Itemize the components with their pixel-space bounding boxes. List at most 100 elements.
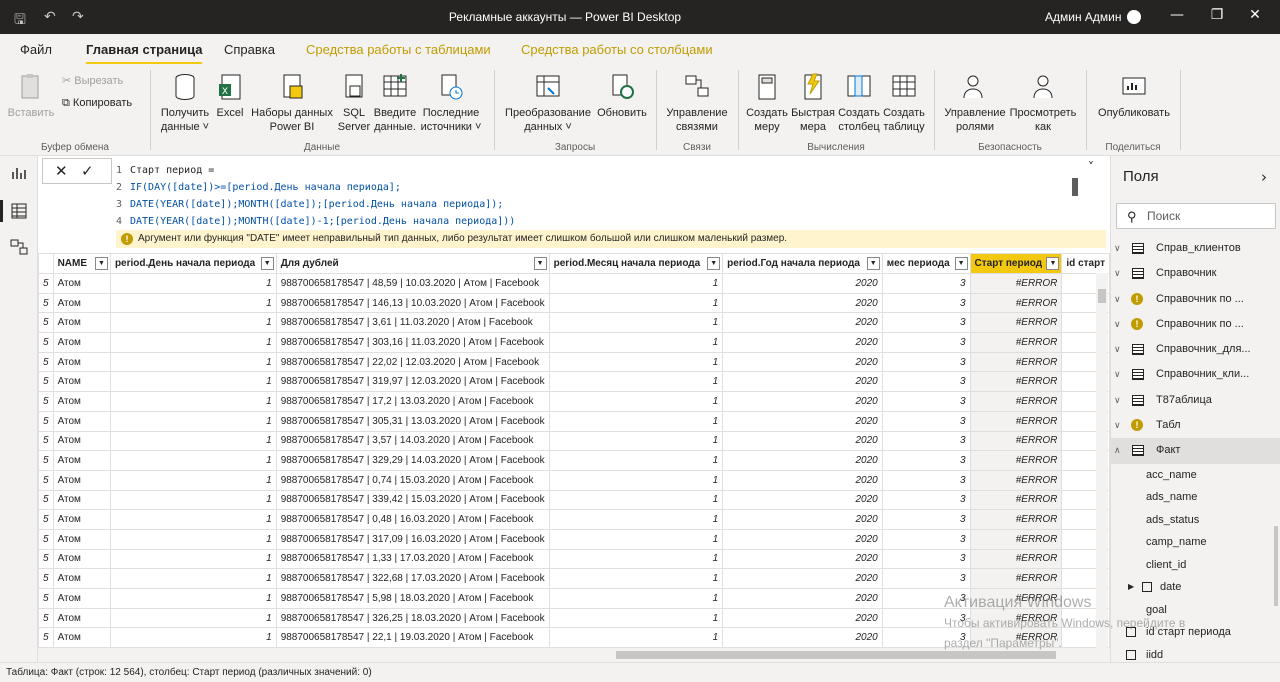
- table-cell[interactable]: 1: [109, 351, 277, 373]
- avatar[interactable]: [1127, 10, 1141, 24]
- table-cell[interactable]: 2020: [722, 627, 883, 648]
- table-cell[interactable]: 5: [38, 430, 54, 452]
- table-cell[interactable]: 1: [109, 371, 277, 393]
- field-column-item[interactable]: ads_name: [1111, 486, 1280, 509]
- table-cell[interactable]: Атом: [52, 292, 111, 314]
- field-table-item-expanded[interactable]: ∧ Факт: [1111, 438, 1280, 464]
- refresh-button[interactable]: Обновить: [594, 72, 650, 120]
- table-cell[interactable]: #ERROR: [969, 528, 1063, 550]
- table-cell[interactable]: 5: [38, 528, 54, 550]
- table-cell[interactable]: 1: [109, 489, 277, 511]
- table-cell[interactable]: 1: [548, 351, 724, 373]
- table-cell[interactable]: 1: [548, 450, 724, 471]
- filter-dropdown-icon[interactable]: ▼: [707, 257, 721, 270]
- table-cell[interactable]: 5: [38, 273, 54, 294]
- table-cell[interactable]: 3: [881, 273, 971, 294]
- paste-button[interactable]: Вставить: [6, 72, 56, 120]
- table-cell[interactable]: 5: [38, 489, 54, 511]
- new-column-button[interactable]: Создать столбец: [836, 72, 882, 134]
- table-cell[interactable]: 2020: [722, 509, 883, 530]
- table-cell[interactable]: 1: [548, 469, 724, 491]
- table-cell[interactable]: 988700658178547 | 3,57 | 14.03.2020 | Ат…: [275, 430, 550, 452]
- scroll-thumb[interactable]: [1098, 289, 1106, 303]
- table-cell[interactable]: 2020: [722, 371, 883, 393]
- table-cell[interactable]: 5: [38, 509, 54, 530]
- table-cell[interactable]: 2020: [722, 273, 883, 294]
- table-cell[interactable]: 5: [38, 548, 54, 570]
- data-view-icon[interactable]: [10, 202, 28, 220]
- table-cell[interactable]: 2020: [722, 410, 883, 432]
- table-cell[interactable]: 1: [109, 588, 277, 609]
- table-cell[interactable]: 5: [38, 332, 54, 353]
- column-header[interactable]: Для дублей ▼: [275, 253, 550, 274]
- table-cell[interactable]: #ERROR: [969, 509, 1063, 530]
- table-cell[interactable]: 2020: [722, 548, 883, 570]
- table-cell[interactable]: #ERROR: [969, 391, 1063, 412]
- table-cell[interactable]: 3: [881, 430, 971, 452]
- report-view-icon[interactable]: [10, 164, 28, 182]
- field-table-item[interactable]: ∨ Справочник_кли...: [1111, 362, 1280, 387]
- table-cell[interactable]: #ERROR: [969, 351, 1063, 373]
- table-cell[interactable]: 3: [881, 568, 971, 589]
- field-table-item[interactable]: ∨ Справочник: [1111, 261, 1280, 286]
- table-cell[interactable]: Атом: [52, 568, 111, 589]
- table-cell[interactable]: Атом: [52, 450, 111, 471]
- manage-roles-button[interactable]: Управление ролями: [940, 72, 1010, 134]
- table-cell[interactable]: 5: [38, 469, 54, 491]
- new-measure-button[interactable]: Создать меру: [744, 72, 790, 134]
- table-cell[interactable]: 3: [881, 351, 971, 373]
- table-cell[interactable]: 988700658178547 | 1,33 | 17.03.2020 | Ат…: [275, 548, 550, 570]
- table-cell[interactable]: #ERROR: [969, 469, 1063, 491]
- publish-button[interactable]: Опубликовать: [1092, 72, 1176, 120]
- close-icon[interactable]: ✕: [1240, 7, 1270, 23]
- formula-scrollbar[interactable]: [1072, 178, 1078, 196]
- table-cell[interactable]: 988700658178547 | 303,16 | 11.03.2020 | …: [275, 332, 550, 353]
- table-cell[interactable]: 1: [548, 607, 724, 629]
- table-cell[interactable]: 988700658178547 | 326,25 | 18.03.2020 | …: [275, 607, 550, 629]
- table-cell[interactable]: 1: [109, 607, 277, 629]
- table-cell[interactable]: 988700658178547 | 22,02 | 12.03.2020 | А…: [275, 351, 550, 373]
- table-cell[interactable]: #ERROR: [969, 371, 1063, 393]
- collapse-formula-icon[interactable]: ˅: [1088, 160, 1094, 174]
- column-header[interactable]: NAME ▼: [52, 253, 111, 274]
- field-table-item[interactable]: ∨! Справочник по ...: [1111, 287, 1280, 312]
- filter-dropdown-icon[interactable]: ▼: [533, 257, 547, 270]
- chevron-down-icon[interactable]: ∨: [1114, 236, 1121, 261]
- field-table-item[interactable]: ∨! Табл: [1111, 413, 1280, 438]
- collapse-pane-icon[interactable]: ›: [1261, 168, 1267, 186]
- table-cell[interactable]: 1: [109, 410, 277, 432]
- quick-measure-button[interactable]: Быстрая мера: [790, 72, 836, 134]
- table-cell[interactable]: 1: [109, 548, 277, 570]
- copy-button[interactable]: ⧉ Копировать: [62, 96, 132, 110]
- table-cell[interactable]: 3: [881, 410, 971, 432]
- column-header[interactable]: id старт: [1061, 253, 1110, 274]
- table-cell[interactable]: 1: [109, 627, 277, 648]
- column-header[interactable]: period.Месяц начала периода ▼: [548, 253, 724, 274]
- table-cell[interactable]: 3: [881, 469, 971, 491]
- excel-button[interactable]: X Excel: [214, 72, 246, 120]
- manage-relationships-button[interactable]: Управление связями: [662, 72, 732, 134]
- table-cell[interactable]: 1: [548, 509, 724, 530]
- recent-sources-button[interactable]: Последние источники ˅: [418, 72, 484, 134]
- chevron-down-icon[interactable]: ∨: [1114, 362, 1121, 387]
- table-cell[interactable]: Атом: [52, 273, 111, 294]
- table-cell[interactable]: 1: [109, 469, 277, 491]
- transform-data-button[interactable]: Преобразование данных ˅: [500, 72, 596, 134]
- column-header[interactable]: period.Год начала периода ▼: [722, 253, 883, 274]
- tab-home[interactable]: Главная страница: [86, 42, 203, 65]
- table-cell[interactable]: 5: [38, 450, 54, 471]
- column-header[interactable]: [38, 253, 54, 274]
- table-cell[interactable]: 1: [548, 371, 724, 393]
- field-column-item[interactable]: acc_name: [1111, 464, 1280, 487]
- table-cell[interactable]: 1: [548, 430, 724, 452]
- table-cell[interactable]: Атом: [52, 627, 111, 648]
- table-cell[interactable]: 3: [881, 332, 971, 353]
- table-cell[interactable]: 5: [38, 391, 54, 412]
- table-cell[interactable]: 1: [109, 332, 277, 353]
- table-cell[interactable]: 2020: [722, 568, 883, 589]
- view-as-button[interactable]: Просмотреть как: [1008, 72, 1078, 134]
- table-cell[interactable]: 1: [109, 450, 277, 471]
- filter-dropdown-icon[interactable]: ▼: [866, 257, 880, 270]
- new-table-button[interactable]: Создать таблицу: [882, 72, 926, 134]
- table-cell[interactable]: 1: [109, 430, 277, 452]
